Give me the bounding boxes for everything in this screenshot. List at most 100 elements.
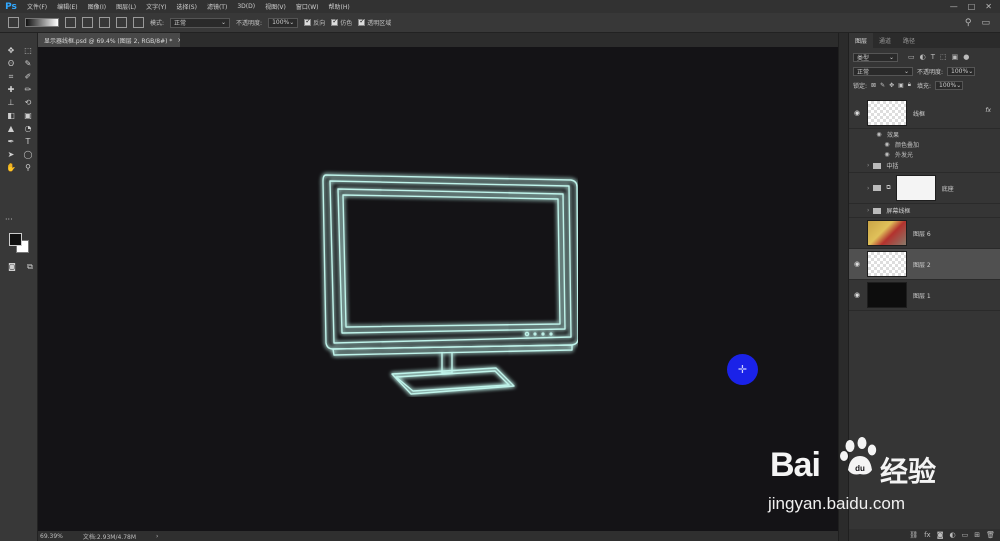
tab-layers[interactable]: 图层 <box>849 33 874 48</box>
lasso-tool-icon[interactable]: ʘ <box>4 58 18 70</box>
new-layer-icon[interactable]: ⊞ <box>974 531 980 539</box>
menu-3d[interactable]: 3D(D) <box>232 3 260 10</box>
move-tool-icon[interactable]: ✥ <box>4 45 18 57</box>
layer-6[interactable]: 图层 6 <box>849 218 1000 249</box>
eye-icon[interactable]: ◉ <box>849 260 865 268</box>
trash-icon[interactable]: 🗑︎ <box>986 531 995 539</box>
status-arrow-icon[interactable]: › <box>156 533 158 540</box>
diamond-gradient-icon[interactable] <box>133 17 144 28</box>
reflected-gradient-icon[interactable] <box>116 17 127 28</box>
chevron-right-icon[interactable]: › <box>867 207 869 214</box>
canvas[interactable] <box>38 47 838 531</box>
fx-icon[interactable]: fx <box>985 107 991 114</box>
adjustment-icon[interactable]: ◐ <box>950 531 956 539</box>
dither-checkbox[interactable]: 仿色 <box>331 17 352 27</box>
eye-icon[interactable]: ◉ <box>849 109 865 117</box>
eye-icon[interactable]: ◉ <box>879 141 895 148</box>
foreground-color[interactable] <box>9 233 22 246</box>
mode-select[interactable]: 正常 ⌄ <box>170 17 231 28</box>
eraser-tool-icon[interactable]: ◧ <box>4 110 18 122</box>
type-tool-icon[interactable]: T <box>21 136 35 148</box>
layer-opacity-input[interactable]: 100% ⌄ <box>947 66 976 76</box>
layer-base[interactable]: › ⧉ 底座 <box>849 173 1000 204</box>
zoom-level[interactable]: 69.39% <box>40 533 63 540</box>
menu-layer[interactable]: 图层(L) <box>111 2 141 11</box>
history-brush-tool-icon[interactable]: ⟲ <box>21 97 35 109</box>
filter-smart-icon[interactable]: ▣ <box>952 53 959 61</box>
quick-mask-icon[interactable]: ◙ <box>5 261 19 273</box>
chevron-right-icon[interactable]: › <box>867 162 869 169</box>
close-window-icon[interactable]: ✕ <box>985 2 992 11</box>
eye-icon[interactable]: ◉ <box>849 291 865 299</box>
eye-icon[interactable]: ◉ <box>879 151 895 158</box>
fx-icon[interactable]: fx <box>924 531 931 539</box>
filter-type-icon[interactable]: T <box>931 53 935 61</box>
maximize-icon[interactable]: □ <box>968 2 976 11</box>
reverse-checkbox[interactable]: 反向 <box>304 17 325 27</box>
angle-gradient-icon[interactable] <box>99 17 110 28</box>
zoom-tool-icon[interactable]: ⚲ <box>21 162 35 174</box>
tab-document[interactable]: 显示器线框.psd @ 69.4% (图层 2, RGB/8#) * × <box>38 33 182 47</box>
shape-tool-icon[interactable]: ◯ <box>21 149 35 161</box>
lock-all-icon[interactable]: 🔒︎ <box>908 81 911 89</box>
effect-outer-glow[interactable]: ◉ 外发光 <box>849 149 1000 159</box>
minimize-icon[interactable]: — <box>950 2 958 11</box>
search-icon[interactable]: ⚲ <box>965 18 972 28</box>
menu-window[interactable]: 窗口(W) <box>291 2 324 11</box>
radial-gradient-icon[interactable] <box>82 17 93 28</box>
stamp-tool-icon[interactable]: ⊥ <box>4 97 18 109</box>
eyedropper-tool-icon[interactable]: ✐ <box>21 71 35 83</box>
tool-preset-icon[interactable] <box>8 17 19 28</box>
filter-toggle-icon[interactable]: ● <box>963 53 969 61</box>
menu-filter[interactable]: 滤镜(T) <box>202 2 232 11</box>
filter-shape-icon[interactable]: ⬚ <box>940 53 947 61</box>
fill-input[interactable]: 100% ⌄ <box>935 80 964 90</box>
transparency-checkbox[interactable]: 透明区域 <box>358 17 391 27</box>
gradient-tool-icon[interactable]: ▣ <box>21 110 35 122</box>
lock-transparency-icon[interactable]: ⊠ <box>871 82 876 89</box>
mask-icon[interactable]: ◙ <box>937 531 944 539</box>
hand-tool-icon[interactable]: ✋ <box>4 162 18 174</box>
marquee-tool-icon[interactable]: ⬚ <box>21 45 35 57</box>
menu-image[interactable]: 图像(I) <box>83 2 111 11</box>
healing-tool-icon[interactable]: ✚ <box>4 84 18 96</box>
path-select-tool-icon[interactable]: ➤ <box>4 149 18 161</box>
menu-type[interactable]: 文字(Y) <box>141 2 171 11</box>
layer-wireframe[interactable]: ◉ 线框 fx <box>849 98 1000 129</box>
more-tools-icon[interactable]: ··· <box>5 215 13 224</box>
layer-1[interactable]: ◉ 图层 1 <box>849 280 1000 311</box>
brush-tool-icon[interactable]: ✏ <box>21 84 35 96</box>
linear-gradient-icon[interactable] <box>65 17 76 28</box>
menu-file[interactable]: 文件(F) <box>22 2 52 11</box>
crop-tool-icon[interactable]: ⌗ <box>4 71 18 83</box>
link-layers-icon[interactable]: ⛓ <box>909 531 918 539</box>
screen-mode-icon[interactable]: ⧉ <box>23 261 37 273</box>
new-group-icon[interactable]: ▭ <box>962 531 969 539</box>
menu-help[interactable]: 帮助(H) <box>324 2 355 11</box>
lock-position-icon[interactable]: ✥ <box>889 82 894 89</box>
chevron-right-icon[interactable]: › <box>867 185 869 192</box>
eye-icon[interactable]: ◉ <box>871 131 887 138</box>
opacity-input[interactable]: 100% ⌄ <box>268 17 299 28</box>
magic-wand-tool-icon[interactable]: ✎ <box>21 58 35 70</box>
menu-select[interactable]: 选择(S) <box>171 2 202 11</box>
blend-mode-select[interactable]: 正常 ⌄ <box>853 66 913 76</box>
tab-paths[interactable]: 路径 <box>897 36 921 48</box>
gradient-picker[interactable] <box>25 18 59 27</box>
filter-pixel-icon[interactable]: ▭ <box>908 53 915 61</box>
menu-view[interactable]: 视图(V) <box>260 2 291 11</box>
menu-edit[interactable]: 编辑(E) <box>52 2 82 11</box>
effects-row[interactable]: ◉ 效果 <box>849 129 1000 139</box>
lock-artboard-icon[interactable]: ▣ <box>898 82 904 89</box>
tab-channels[interactable]: 通道 <box>873 36 897 48</box>
lock-pixels-icon[interactable]: ✎ <box>880 82 885 89</box>
layer-group-bracket[interactable]: › 中括 <box>849 159 1000 173</box>
layer-2[interactable]: ◉ 图层 2 <box>849 249 1000 280</box>
dodge-tool-icon[interactable]: ◔ <box>21 123 35 135</box>
blur-tool-icon[interactable]: ▲ <box>4 123 18 135</box>
effect-color-overlay[interactable]: ◉ 颜色叠加 <box>849 139 1000 149</box>
layer-group-screen[interactable]: › 屏幕线框 <box>849 204 1000 218</box>
pen-tool-icon[interactable]: ✒ <box>4 136 18 148</box>
workspace-icon[interactable]: ▭ <box>981 18 990 28</box>
layer-filter-select[interactable]: 类型 ⌄ <box>853 52 898 62</box>
